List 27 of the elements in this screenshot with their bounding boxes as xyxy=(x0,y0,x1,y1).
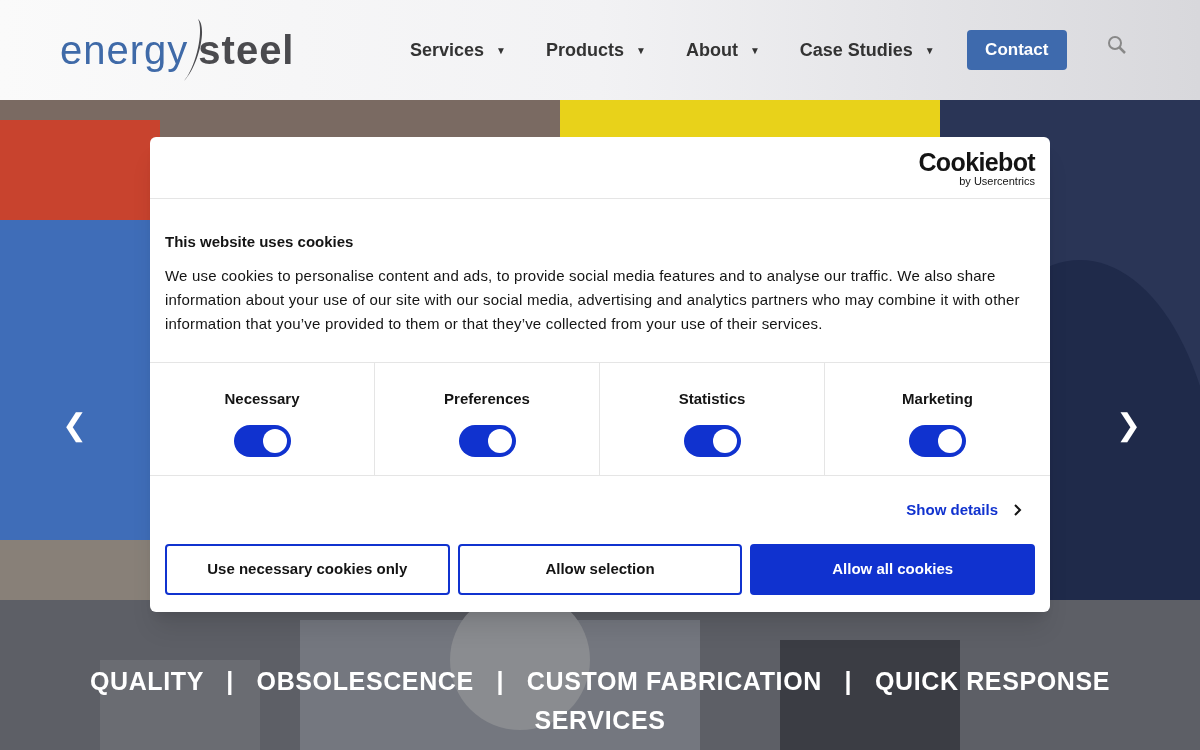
contact-button[interactable]: Contact xyxy=(966,30,1067,70)
previous-arrow[interactable]: ❮ xyxy=(62,402,87,447)
dialog-title: This website uses cookies xyxy=(165,232,355,252)
nav-link[interactable]: Products ▼ xyxy=(546,36,646,64)
toggle-switch[interactable] xyxy=(233,424,291,457)
logo[interactable]: energy steel xyxy=(60,17,360,83)
cookie-button[interactable]: Allow all cookies xyxy=(750,544,1035,595)
toggle-switch[interactable] xyxy=(458,424,516,457)
category-label: Statistics xyxy=(678,389,746,409)
cookie-button[interactable]: Allow selection xyxy=(457,544,743,595)
chevron-icon xyxy=(1014,504,1022,516)
category-label: Preferences xyxy=(444,389,530,409)
category-label: Necessary xyxy=(224,389,300,409)
brand-logo: Cookiebot xyxy=(918,148,1035,175)
nav-link[interactable]: About ▼ xyxy=(685,36,760,64)
tagline: QUALITY | OBSOLESCENCE | CUSTOM FABRICATION | QUICK RESPONSE SERVICES xyxy=(88,666,1112,736)
nav-link[interactable]: Case Studies ▼ xyxy=(799,36,935,64)
category-label: Marketing xyxy=(902,389,973,409)
next-arrow[interactable]: ❯ xyxy=(1116,402,1141,447)
toggle-switch[interactable] xyxy=(683,424,741,457)
dialog-text: We use cookies to personalise content and ads, to provide social media features and to analyse our traffic. We also share information about your use of our site with our social media, advertising and analytics partners who may combine it with other information that you’ve provided to them or that they’ve collected from your use of their services. xyxy=(165,265,1021,334)
nav-link[interactable]: Services ▼ xyxy=(410,36,506,64)
cookie-button[interactable]: Use necessary cookies only xyxy=(165,544,450,595)
show-details-link[interactable]: Show details xyxy=(906,498,1022,522)
brand-subtitle: by Usercentrics xyxy=(959,174,1035,187)
search-icon[interactable] xyxy=(1106,35,1127,55)
toggle-switch[interactable] xyxy=(909,424,966,457)
